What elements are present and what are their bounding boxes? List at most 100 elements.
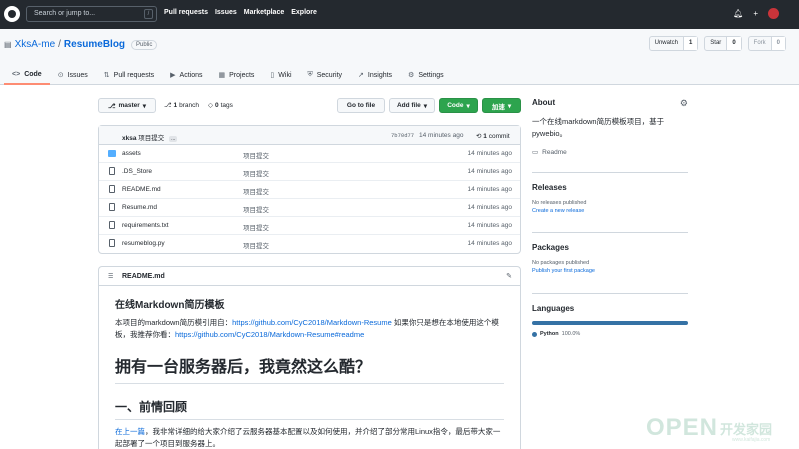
tab-issues[interactable]: ⊙ Issues: [50, 65, 96, 85]
go-to-file-button[interactable]: Go to file: [337, 98, 385, 113]
history-icon: ⟲: [476, 133, 482, 140]
code-button[interactable]: Code ▾: [439, 98, 478, 113]
file-name[interactable]: .DS_Store: [122, 168, 152, 175]
readme-title[interactable]: README.md: [122, 273, 165, 280]
releases-title[interactable]: Releases: [532, 183, 688, 192]
star-button[interactable]: Star 0: [704, 36, 742, 51]
repo-owner-link[interactable]: XksA-me: [15, 39, 56, 50]
tab-label: Code: [24, 70, 42, 78]
add-file-button[interactable]: Add file ▾: [389, 98, 435, 113]
file-commit-message[interactable]: 项目提交: [243, 240, 269, 250]
readme-header: ☰ README.md ✎: [99, 267, 520, 286]
file-time: 14 minutes ago: [467, 150, 512, 157]
file-icon: [109, 203, 115, 211]
commit-hash[interactable]: 7b70d77: [391, 132, 414, 139]
shield-icon: ⛨: [307, 71, 313, 78]
file-commit-message[interactable]: 项目提交: [243, 186, 269, 196]
nav-explore[interactable]: Explore: [291, 9, 317, 16]
accelerate-button[interactable]: 加速 ▾: [482, 98, 521, 113]
branch-icon: ⎇: [164, 102, 172, 109]
packages-section: Packages No packages published Publish y…: [532, 243, 688, 274]
language-color-dot: [532, 331, 537, 337]
unwatch-button[interactable]: Unwatch 1: [648, 36, 699, 51]
tab-settings[interactable]: ⚙ Settings: [400, 65, 452, 85]
commit-author[interactable]: xksa: [122, 135, 136, 142]
visibility-badge: Public: [131, 39, 158, 50]
search-input[interactable]: Search or jump to... /: [26, 6, 157, 22]
top-nav: Pull requests Issues Marketplace Explore: [164, 9, 317, 16]
tab-security[interactable]: ⛨ Security: [300, 65, 351, 85]
pencil-icon[interactable]: ✎: [506, 272, 512, 280]
avatar[interactable]: [768, 8, 779, 19]
file-name[interactable]: assets: [122, 150, 141, 157]
file-row[interactable]: requirements.txt 项目提交 14 minutes ago: [99, 217, 520, 235]
nav-pull-requests[interactable]: Pull requests: [164, 9, 208, 16]
publish-package-link[interactable]: Publish your first package: [532, 268, 688, 274]
tab-label: Issues: [67, 71, 88, 79]
branch-icon: ⎇: [107, 102, 116, 110]
gear-icon[interactable]: ⚙: [680, 98, 688, 109]
about-title: About: [532, 98, 556, 107]
nav-issues[interactable]: Issues: [215, 9, 237, 16]
branches-link[interactable]: ⎇ 1 branch: [164, 101, 199, 110]
bell-icon[interactable]: 🔔︎: [733, 9, 743, 18]
tab-pull-requests[interactable]: ⇅ Pull requests: [96, 65, 162, 85]
top-header: Search or jump to... / Pull requests Iss…: [0, 0, 799, 29]
file-icon: [109, 221, 115, 229]
file-name[interactable]: Resume.md: [122, 204, 157, 211]
tab-actions[interactable]: ▶ Actions: [162, 65, 210, 85]
repo-name-link[interactable]: ResumeBlog: [64, 39, 125, 50]
create-release-link[interactable]: Create a new release: [532, 208, 688, 214]
commit-expand-button[interactable]: ...: [169, 136, 178, 142]
readme-link[interactable]: ▭ Readme: [532, 148, 688, 157]
markdown-resume-readme-link[interactable]: https://github.com/CyC2018/Markdown-Resu…: [175, 330, 364, 339]
previous-article-link[interactable]: 在上一篇: [115, 427, 145, 436]
file-name[interactable]: README.md: [122, 186, 161, 193]
branch-name: master: [118, 102, 140, 109]
file-time: 14 minutes ago: [467, 240, 512, 247]
packages-empty: No packages published: [532, 260, 590, 266]
chevron-down-icon: ▾: [423, 102, 428, 110]
file-row[interactable]: README.md 项目提交 14 minutes ago: [99, 181, 520, 199]
tab-code[interactable]: <> Code: [4, 65, 50, 85]
readme-subtitle: 在线Markdown简历模板: [115, 300, 225, 311]
file-time: 14 minutes ago: [467, 186, 512, 193]
folder-icon: [108, 150, 116, 157]
file-name[interactable]: requirements.txt: [122, 222, 169, 229]
file-row[interactable]: .DS_Store 项目提交 14 minutes ago: [99, 163, 520, 181]
fork-button[interactable]: Fork 0: [747, 36, 786, 51]
create-new-plus-icon[interactable]: +: [753, 9, 758, 18]
list-icon[interactable]: ☰: [108, 273, 113, 280]
file-name[interactable]: resumeblog.py: [122, 240, 165, 247]
file-commit-message[interactable]: 项目提交: [243, 222, 269, 232]
file-row[interactable]: resumeblog.py 项目提交 14 minutes ago: [99, 235, 520, 253]
commit-message[interactable]: 项目提交: [138, 135, 164, 142]
divider: [532, 232, 688, 233]
tab-label: Security: [316, 71, 343, 79]
branch-count: 1: [173, 101, 178, 109]
file-row[interactable]: assets 项目提交 14 minutes ago: [99, 145, 520, 163]
commits-link[interactable]: ⟲ 1 commit: [476, 132, 510, 140]
packages-title[interactable]: Packages: [532, 243, 688, 252]
file-row[interactable]: Resume.md 项目提交 14 minutes ago: [99, 199, 520, 217]
github-logo-icon[interactable]: [4, 6, 20, 22]
nav-marketplace[interactable]: Marketplace: [244, 9, 284, 16]
readme-intro: 本项目的markdown简历模引用自：https://github.com/Cy…: [115, 317, 504, 341]
file-commit-message[interactable]: 项目提交: [243, 204, 269, 214]
file-commit-message[interactable]: 项目提交: [243, 150, 269, 160]
language-name: Python: [540, 331, 559, 337]
language-item[interactable]: Python 100.0%: [532, 331, 688, 337]
branch-select-button[interactable]: ⎇ master ▾: [98, 98, 156, 113]
divider: [532, 172, 688, 173]
watch-count: 1: [682, 37, 698, 50]
top-right-icons: 🔔︎ +: [733, 8, 779, 19]
tab-insights[interactable]: ↗ Insights: [350, 65, 400, 85]
readme-link-label: Readme: [542, 148, 567, 156]
markdown-resume-link[interactable]: https://github.com/CyC2018/Markdown-Resu…: [232, 318, 392, 327]
file-commit-message[interactable]: 项目提交: [243, 168, 269, 178]
tab-projects[interactable]: ▦ Projects: [211, 65, 263, 85]
tags-link[interactable]: ◇ 0 tags: [208, 101, 233, 110]
readme-body: 在线Markdown简历模板 本项目的markdown简历模引用自：https:…: [99, 296, 520, 449]
readme-panel: ☰ README.md ✎ 在线Markdown简历模板 本项目的markdow…: [98, 266, 521, 449]
tab-wiki[interactable]: ▯ Wiki: [262, 65, 299, 85]
